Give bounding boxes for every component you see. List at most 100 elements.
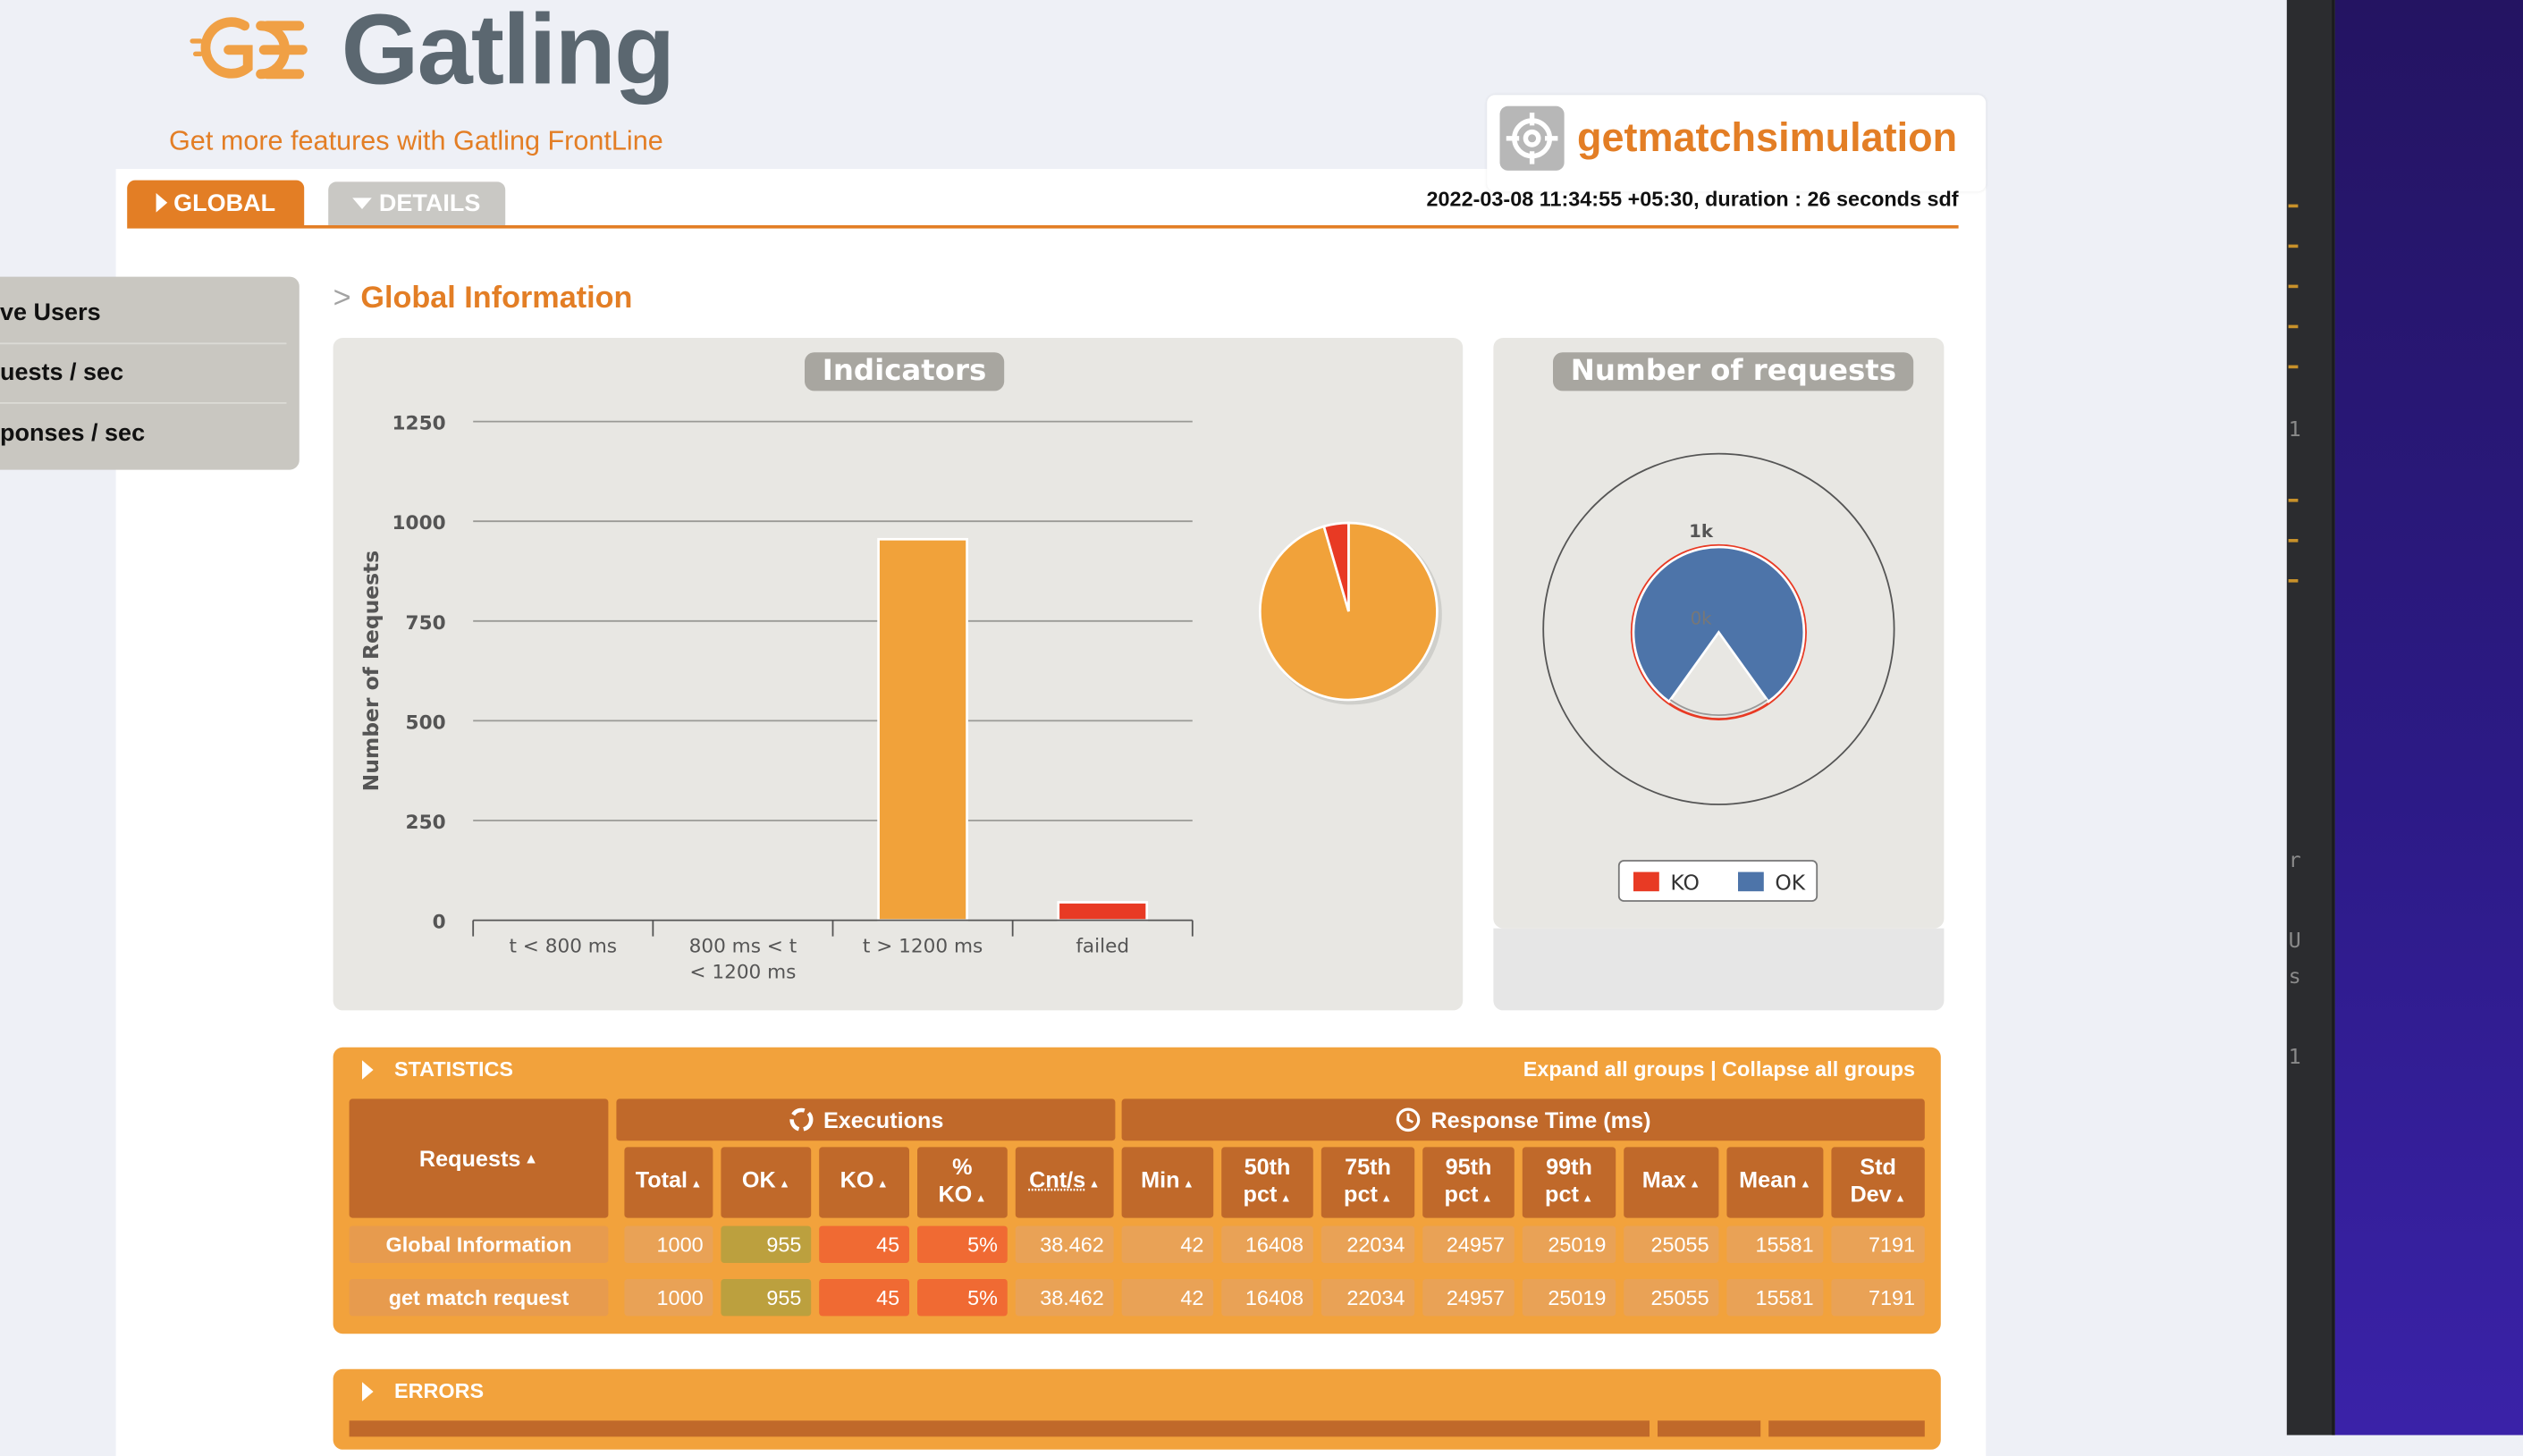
table-cell: 16408 — [1221, 1279, 1313, 1316]
col-label: KO — [938, 1180, 972, 1206]
target-icon — [1500, 106, 1565, 171]
sort-icon: ▲ — [1280, 1193, 1291, 1205]
statistics-toggle[interactable] — [362, 1058, 374, 1087]
clock-icon — [1396, 1107, 1422, 1132]
section-title-text: Global Information — [360, 282, 632, 316]
sort-icon: ▲ — [1689, 1179, 1700, 1191]
table-cell: 45 — [819, 1279, 909, 1316]
sort-icon: ▲ — [1894, 1193, 1905, 1205]
legend-ko[interactable]: KO — [1670, 870, 1699, 895]
sort-icon: ▲ — [1380, 1193, 1391, 1205]
col-label: 75th — [1345, 1153, 1391, 1179]
logo-text[interactable]: Gatling — [342, 0, 674, 108]
gutter-marker — [2289, 539, 2299, 543]
group-executions-label: Executions — [823, 1107, 943, 1134]
simulation-name: getmatchsimulation — [1577, 116, 1957, 163]
col-label: 50th — [1245, 1153, 1291, 1179]
bar-3[interactable] — [1059, 903, 1147, 921]
tab-details[interactable]: DETAILS — [328, 181, 505, 225]
col-50th-pct[interactable]: 50th pct ▲ — [1221, 1147, 1313, 1217]
sort-icon: ▲ — [1481, 1193, 1492, 1205]
col-min[interactable]: Min ▲ — [1122, 1147, 1214, 1217]
x-tick-label: t < 800 ms — [509, 936, 617, 958]
col-label: pct — [1545, 1180, 1579, 1206]
side-menu-item-responses-per-sec[interactable]: ponses / sec — [0, 404, 286, 464]
pie-slice-ok[interactable] — [1633, 547, 1804, 702]
table-cell: 5% — [917, 1226, 1008, 1263]
table-cell: 38.462 — [1016, 1279, 1114, 1316]
col-std-dev[interactable]: Std Dev ▲ — [1831, 1147, 1924, 1217]
col-label: Std — [1860, 1153, 1896, 1179]
row-name[interactable]: Global Information — [350, 1226, 609, 1263]
col-cnts[interactable]: Cnt/s ▲ — [1016, 1147, 1114, 1217]
col-requests[interactable]: Requests ▲ — [350, 1098, 609, 1217]
chevron-right-icon: > — [333, 282, 351, 316]
collapse-all-link[interactable]: Collapse all groups — [1722, 1057, 1915, 1081]
table-cell: 955 — [721, 1279, 811, 1316]
legend-ok[interactable]: OK — [1775, 870, 1805, 895]
table-cell: 24957 — [1422, 1226, 1515, 1263]
editor-gutter — [2287, 0, 2335, 1435]
gutter-marker — [2289, 499, 2299, 502]
side-menu-item-active-users[interactable]: ve Users — [0, 283, 286, 344]
col-label: KO — [840, 1166, 874, 1192]
bar-2[interactable] — [879, 539, 967, 920]
link-separator: | — [1705, 1057, 1723, 1081]
errors-title[interactable]: ERRORS — [394, 1379, 484, 1403]
col-label: 95th — [1446, 1153, 1492, 1179]
frontline-link[interactable]: Get more features with Gatling FrontLine — [169, 125, 663, 157]
x-tick-label: 800 ms < t — [689, 936, 797, 958]
table-cell: 15581 — [1726, 1279, 1823, 1316]
y-tick-label: 0 — [433, 912, 446, 934]
col-label: pct — [1244, 1180, 1278, 1206]
table-cell: 25055 — [1624, 1226, 1718, 1263]
sort-icon: ▲ — [1183, 1179, 1194, 1191]
col-ko[interactable]: % KO ▲ — [917, 1147, 1008, 1217]
col-ko[interactable]: KO ▲ — [819, 1147, 909, 1217]
sort-icon: ▲ — [691, 1179, 702, 1191]
ring-label-top: 1k — [1689, 521, 1714, 542]
tab-details-label: DETAILS — [379, 189, 481, 217]
group-response-time: Response Time (ms) — [1122, 1098, 1925, 1140]
errors-panel — [333, 1369, 1941, 1450]
side-menu-item-requests-per-sec[interactable]: uests / sec — [0, 342, 286, 403]
errors-toggle[interactable] — [362, 1380, 374, 1409]
x-tick-label: t > 1200 ms — [863, 936, 983, 958]
gutter-char: 1 — [2289, 418, 2301, 442]
expand-all-link[interactable]: Expand all groups — [1523, 1057, 1705, 1081]
table-cell: 38.462 — [1016, 1226, 1114, 1263]
statistics-title[interactable]: STATISTICS — [394, 1057, 513, 1081]
col-label: % — [952, 1153, 972, 1179]
y-axis-label: Number of Requests — [359, 551, 384, 791]
col-99th-pct[interactable]: 99th pct ▲ — [1523, 1147, 1616, 1217]
gutter-char: r — [2289, 849, 2301, 873]
table-cell: 7191 — [1831, 1279, 1924, 1316]
gatling-logo-icon[interactable] — [190, 10, 322, 94]
col-ok[interactable]: OK ▲ — [721, 1147, 811, 1217]
legend-swatch-ko — [1633, 872, 1659, 892]
gutter-char: 1 — [2289, 1046, 2301, 1070]
col-95th-pct[interactable]: 95th pct ▲ — [1422, 1147, 1515, 1217]
col-75th-pct[interactable]: 75th pct ▲ — [1321, 1147, 1414, 1217]
page: 1 r U s 1 Gatling Get more features with… — [0, 0, 2523, 1435]
y-tick-label: 750 — [406, 612, 446, 635]
errors-header-cell — [1768, 1420, 1925, 1436]
col-total[interactable]: Total ▲ — [624, 1147, 713, 1217]
col-label: pct — [1445, 1180, 1479, 1206]
table-cell: 7191 — [1831, 1226, 1924, 1263]
table-cell: 42 — [1122, 1226, 1214, 1263]
tab-underline — [127, 225, 1958, 229]
sort-icon: ▲ — [779, 1179, 789, 1191]
col-max[interactable]: Max ▲ — [1624, 1147, 1718, 1217]
col-mean[interactable]: Mean ▲ — [1726, 1147, 1823, 1217]
tab-global-label: GLOBAL — [173, 189, 275, 217]
sort-up-icon: ▲ — [524, 1145, 538, 1173]
group-response-label: Response Time (ms) — [1430, 1107, 1650, 1134]
requests-chart: 1k 0k KO OK — [1493, 338, 1944, 929]
table-cell: 955 — [721, 1226, 811, 1263]
table-cell: 15581 — [1726, 1226, 1823, 1263]
sort-icon: ▲ — [1800, 1179, 1810, 1191]
table-cell: 5% — [917, 1279, 1008, 1316]
tab-global[interactable]: GLOBAL — [127, 181, 304, 225]
row-name[interactable]: get match request — [350, 1279, 609, 1316]
